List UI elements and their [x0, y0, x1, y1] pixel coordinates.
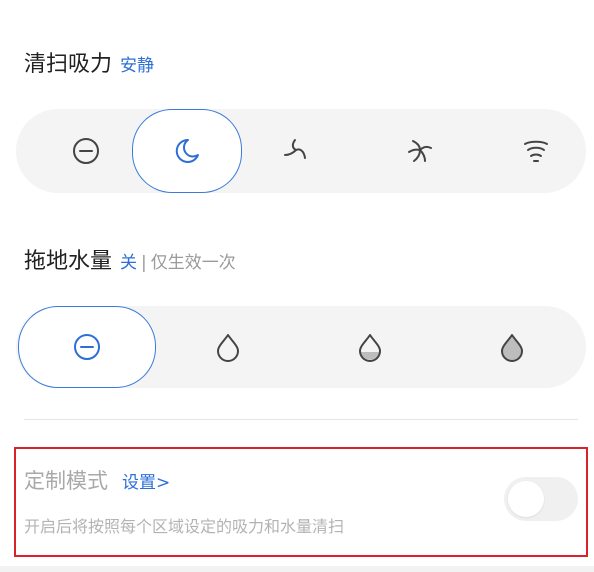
suction-title: 清扫吸力 — [24, 52, 113, 77]
strong-fan-icon — [404, 135, 436, 167]
suction-option-standard[interactable] — [256, 109, 336, 193]
water-drop-high-icon — [498, 332, 526, 362]
custom-mode-header: 定制模式 设置> — [24, 465, 170, 495]
suction-selector — [16, 109, 586, 193]
mopping-title: 拖地水量 — [24, 249, 113, 274]
custom-mode-title: 定制模式 — [24, 469, 108, 493]
suction-option-strong[interactable] — [380, 109, 460, 193]
section-divider — [24, 419, 578, 420]
cleaning-settings-page: 清扫吸力 安静 拖地水量 关 | 仅生效一次 定制模式 设置> 开启后将按照每个… — [0, 0, 594, 572]
water-drop-low-icon — [214, 332, 242, 362]
suction-current-value: 安静 — [120, 56, 155, 76]
max-tornado-icon — [520, 135, 552, 167]
water-option-low[interactable] — [188, 306, 268, 388]
custom-mode-description: 开启后将按照每个区域设定的吸力和水量清扫 — [24, 517, 345, 536]
water-drop-medium-icon — [356, 332, 384, 362]
standard-fan-icon — [280, 135, 312, 167]
mopping-separator: | — [141, 253, 147, 273]
suction-option-max[interactable] — [496, 109, 576, 193]
water-option-medium[interactable] — [330, 306, 410, 388]
custom-mode-settings-link[interactable]: 设置> — [122, 468, 170, 493]
off-icon — [71, 136, 101, 166]
custom-mode-toggle[interactable] — [504, 477, 578, 521]
mopping-current-value: 关 — [120, 253, 138, 273]
off-icon — [72, 332, 102, 362]
mopping-note: 仅生效一次 — [150, 253, 236, 273]
water-option-high[interactable] — [472, 306, 552, 388]
toggle-knob — [508, 481, 544, 517]
mopping-header: 拖地水量 关 | 仅生效一次 — [24, 243, 236, 275]
custom-mode-row: 定制模式 设置> 开启后将按照每个区域设定的吸力和水量清扫 — [14, 447, 588, 557]
suction-option-quiet[interactable] — [132, 109, 242, 193]
suction-header: 清扫吸力 安静 — [24, 46, 154, 78]
suction-option-off[interactable] — [46, 109, 126, 193]
water-level-selector — [16, 306, 586, 388]
water-option-off[interactable] — [18, 306, 156, 388]
bottom-spacer — [0, 566, 594, 572]
quiet-moon-icon — [172, 136, 202, 166]
